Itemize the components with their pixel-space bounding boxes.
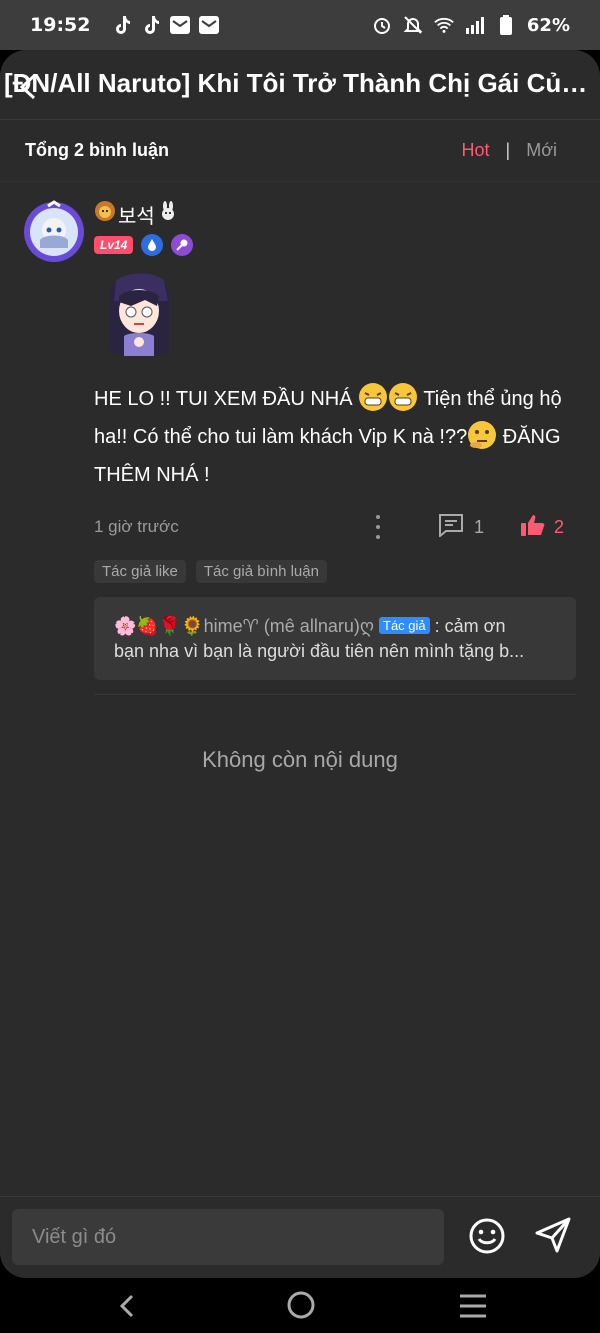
username[interactable]: 보석 — [94, 200, 576, 228]
battery-percent: 62% — [526, 14, 570, 36]
grin-emoji-icon — [358, 382, 388, 412]
sort-separator: | — [505, 140, 511, 160]
mute-bell-icon — [403, 15, 423, 35]
sort-hot-tab[interactable]: Hot — [462, 140, 490, 161]
status-time: 19:52 — [30, 14, 91, 36]
more-options-icon[interactable] — [374, 515, 382, 539]
comment-text-part1: HE LO !! TUI XEM ĐẦU NHÁ — [94, 388, 359, 410]
comment-item: 보석 Lv14 HE LO !! TUI XEM ĐẦU NHÁ Tiện th… — [0, 182, 600, 680]
emoji-icon[interactable] — [468, 1217, 506, 1255]
like-button[interactable]: 2 — [520, 513, 564, 542]
user-badges: Lv14 — [94, 234, 576, 256]
comment-input-bar — [0, 1196, 600, 1278]
comment-tags: Tác giả like Tác giả bình luận — [94, 560, 576, 583]
page-title: [ĐN/All Naruto] Khi Tôi Trở Thành Chị Gá… — [4, 68, 600, 98]
reply-author: hime♈ (mê allnaru)ღ — [203, 616, 374, 636]
notification-icons — [112, 15, 220, 35]
reply-preview[interactable]: 🌸🍓🌹🌻hime♈ (mê allnaru)ღ Tác giả : cảm ơn… — [94, 597, 576, 680]
nav-back-icon[interactable] — [114, 1292, 142, 1320]
comments-sheet: [ĐN/All Naruto] Khi Tôi Trở Thành Chị Gá… — [0, 50, 600, 1278]
wifi-icon — [434, 15, 454, 35]
tag-author-comment: Tác giả bình luận — [195, 560, 327, 583]
thumbs-up-icon — [520, 513, 546, 542]
lion-icon — [94, 200, 116, 228]
comment-text: HE LO !! TUI XEM ĐẦU NHÁ Tiện thể ủng hộ… — [94, 380, 576, 494]
reply-button[interactable]: 1 — [438, 513, 484, 542]
sort-new-tab[interactable]: Mới — [526, 140, 575, 161]
comments-header: Tổng 2 bình luận Hot | Mới — [0, 120, 600, 182]
system-nav-bar — [0, 1278, 600, 1333]
reply-text-line1: : cảm ơn — [429, 616, 506, 636]
divider — [94, 694, 576, 695]
signal-icon — [465, 15, 485, 35]
title-bar: [ĐN/All Naruto] Khi Tôi Trở Thành Chị Gá… — [0, 50, 600, 120]
sticker-image — [94, 266, 184, 366]
alarm-icon — [372, 15, 392, 35]
status-bar: 19:52 62% — [0, 0, 600, 50]
comment-time: 1 giờ trước — [94, 517, 179, 536]
avatar[interactable] — [22, 200, 86, 264]
reply-text-line2: bạn nha vì bạn là người đầu tiên nên mìn… — [114, 641, 525, 661]
reply-count: 1 — [473, 516, 484, 537]
rabbit-icon — [157, 200, 179, 228]
like-count: 2 — [553, 516, 564, 537]
nav-recents-icon[interactable] — [458, 1292, 488, 1320]
tiktok-icon — [141, 15, 161, 35]
water-drop-badge-icon — [141, 234, 164, 256]
mail-icon — [170, 15, 191, 35]
flower-emoji-icon: 🌸🍓🌹🌻 — [114, 616, 204, 636]
no-more-content: Không còn nội dung — [202, 747, 398, 772]
mail-icon — [199, 15, 220, 35]
username-text: 보석 — [118, 205, 155, 228]
level-badge: Lv14 — [94, 236, 134, 254]
back-close-icon[interactable] — [14, 72, 44, 102]
total-comments-label: Tổng 2 bình luận — [25, 140, 169, 160]
microphone-badge-icon — [171, 234, 194, 256]
thinking-emoji-icon — [467, 420, 497, 450]
tiktok-icon — [112, 15, 132, 35]
tag-author-like: Tác giả like — [94, 560, 186, 583]
battery-icon — [496, 15, 516, 35]
nav-home-icon[interactable] — [286, 1290, 316, 1320]
author-badge: Tác giả — [379, 617, 430, 634]
system-icons: 62% — [372, 15, 570, 36]
comment-meta: 1 giờ trước 1 2 — [94, 512, 576, 542]
send-icon[interactable] — [533, 1215, 573, 1255]
grin-emoji-icon — [388, 382, 418, 412]
comment-input[interactable] — [12, 1209, 444, 1265]
reply-icon — [438, 513, 464, 542]
sort-options: Hot | Mới — [462, 140, 576, 161]
